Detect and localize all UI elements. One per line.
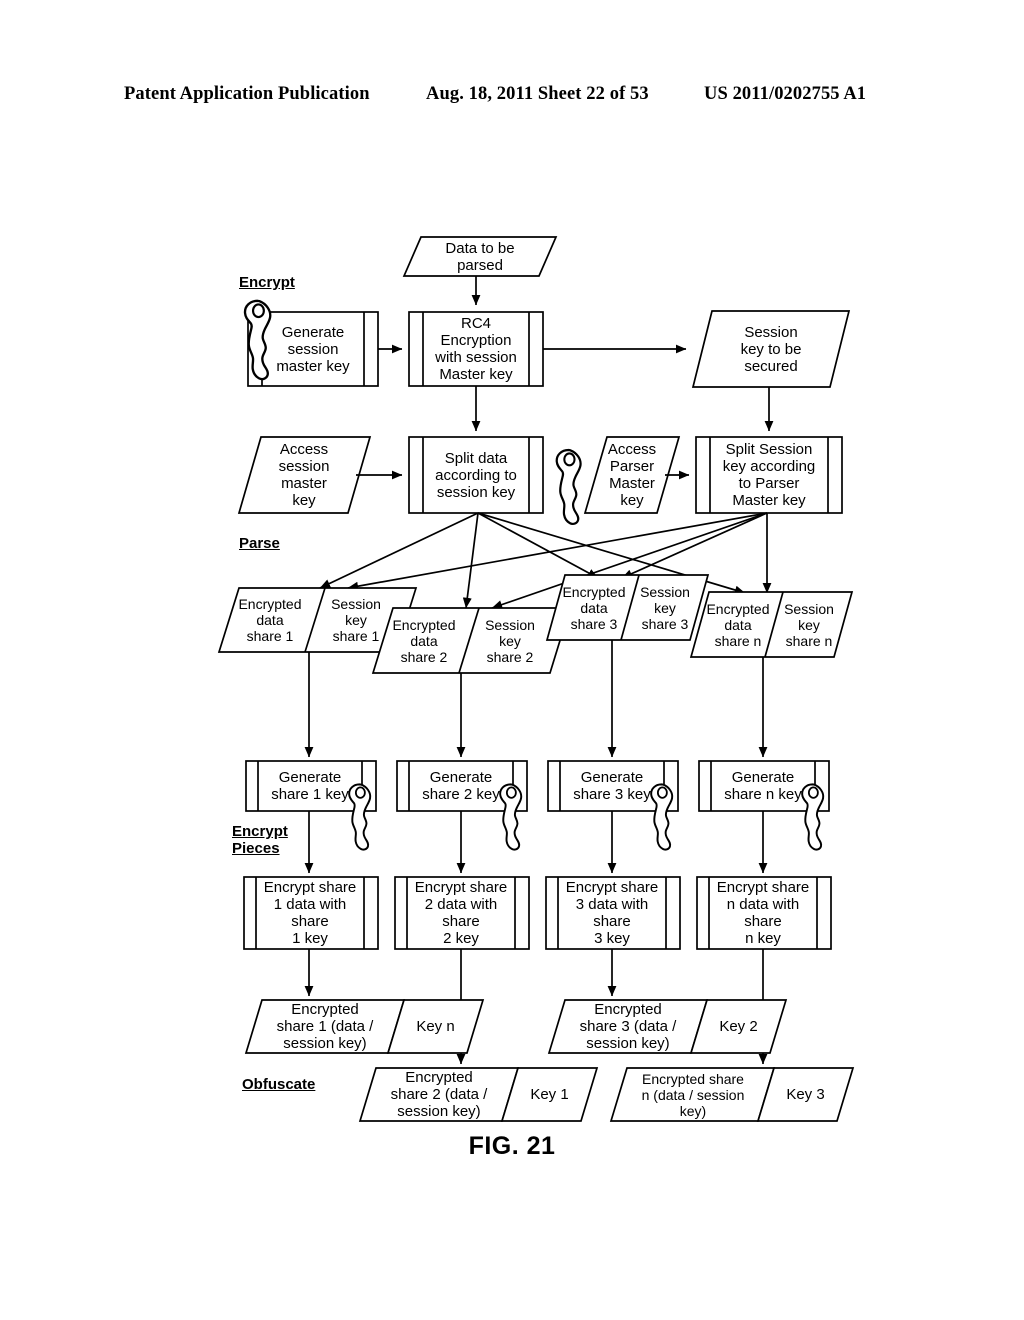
shape-share-n-group bbox=[689, 591, 854, 658]
shape-share-2-group bbox=[371, 607, 572, 674]
shape-share-3-group bbox=[545, 574, 710, 641]
flowchart-canvas bbox=[217, 236, 855, 1122]
section-label-encrypt-pieces-line-1: Encrypt bbox=[232, 823, 288, 840]
key-icon bbox=[650, 783, 674, 851]
section-label-encrypt-pieces-line-2: Pieces bbox=[232, 840, 280, 857]
shape-encrypt-share-1 bbox=[243, 876, 379, 950]
figure-caption: FIG. 21 bbox=[468, 1132, 556, 1160]
section-label-obfuscate: Obfuscate bbox=[242, 1076, 315, 1093]
section-label-parse-line-1: Parse bbox=[239, 535, 280, 552]
shape-output-key-3 bbox=[756, 1067, 855, 1122]
key-icon bbox=[348, 783, 372, 851]
shape-split-data bbox=[408, 436, 544, 514]
section-label-parse: Parse bbox=[239, 535, 280, 552]
shape-output-key-n bbox=[386, 999, 485, 1054]
shape-access-parser-master-key bbox=[583, 436, 681, 514]
shape-output-key-1 bbox=[500, 1067, 599, 1122]
shape-access-session-master-key bbox=[237, 436, 372, 514]
shape-rc4-encryption bbox=[408, 311, 544, 387]
shape-encrypt-share-n bbox=[696, 876, 832, 950]
key-icon bbox=[499, 783, 523, 851]
section-label-encrypt-line-1: Encrypt bbox=[239, 274, 295, 291]
section-label-obfuscate-line-1: Obfuscate bbox=[242, 1076, 316, 1093]
shape-output-share-1 bbox=[244, 999, 406, 1054]
patent-sheet: Patent Application Publication Aug. 18, … bbox=[0, 0, 1024, 1320]
shape-output-share-3 bbox=[547, 999, 709, 1054]
shape-encrypt-share-2 bbox=[394, 876, 530, 950]
shape-session-key-to-be-secured bbox=[691, 310, 851, 388]
key-icon bbox=[801, 783, 825, 851]
shape-encrypt-share-3 bbox=[545, 876, 681, 950]
section-label-encrypt-pieces: Encrypt Pieces bbox=[232, 823, 288, 857]
shape-split-session-key bbox=[695, 436, 843, 514]
shape-output-share-2 bbox=[358, 1067, 520, 1122]
key-icon bbox=[555, 448, 582, 526]
shape-output-share-n bbox=[609, 1067, 776, 1122]
shape-output-key-2 bbox=[689, 999, 788, 1054]
section-label-encrypt: Encrypt bbox=[239, 274, 295, 291]
shape-data-to-be-parsed bbox=[402, 236, 558, 277]
